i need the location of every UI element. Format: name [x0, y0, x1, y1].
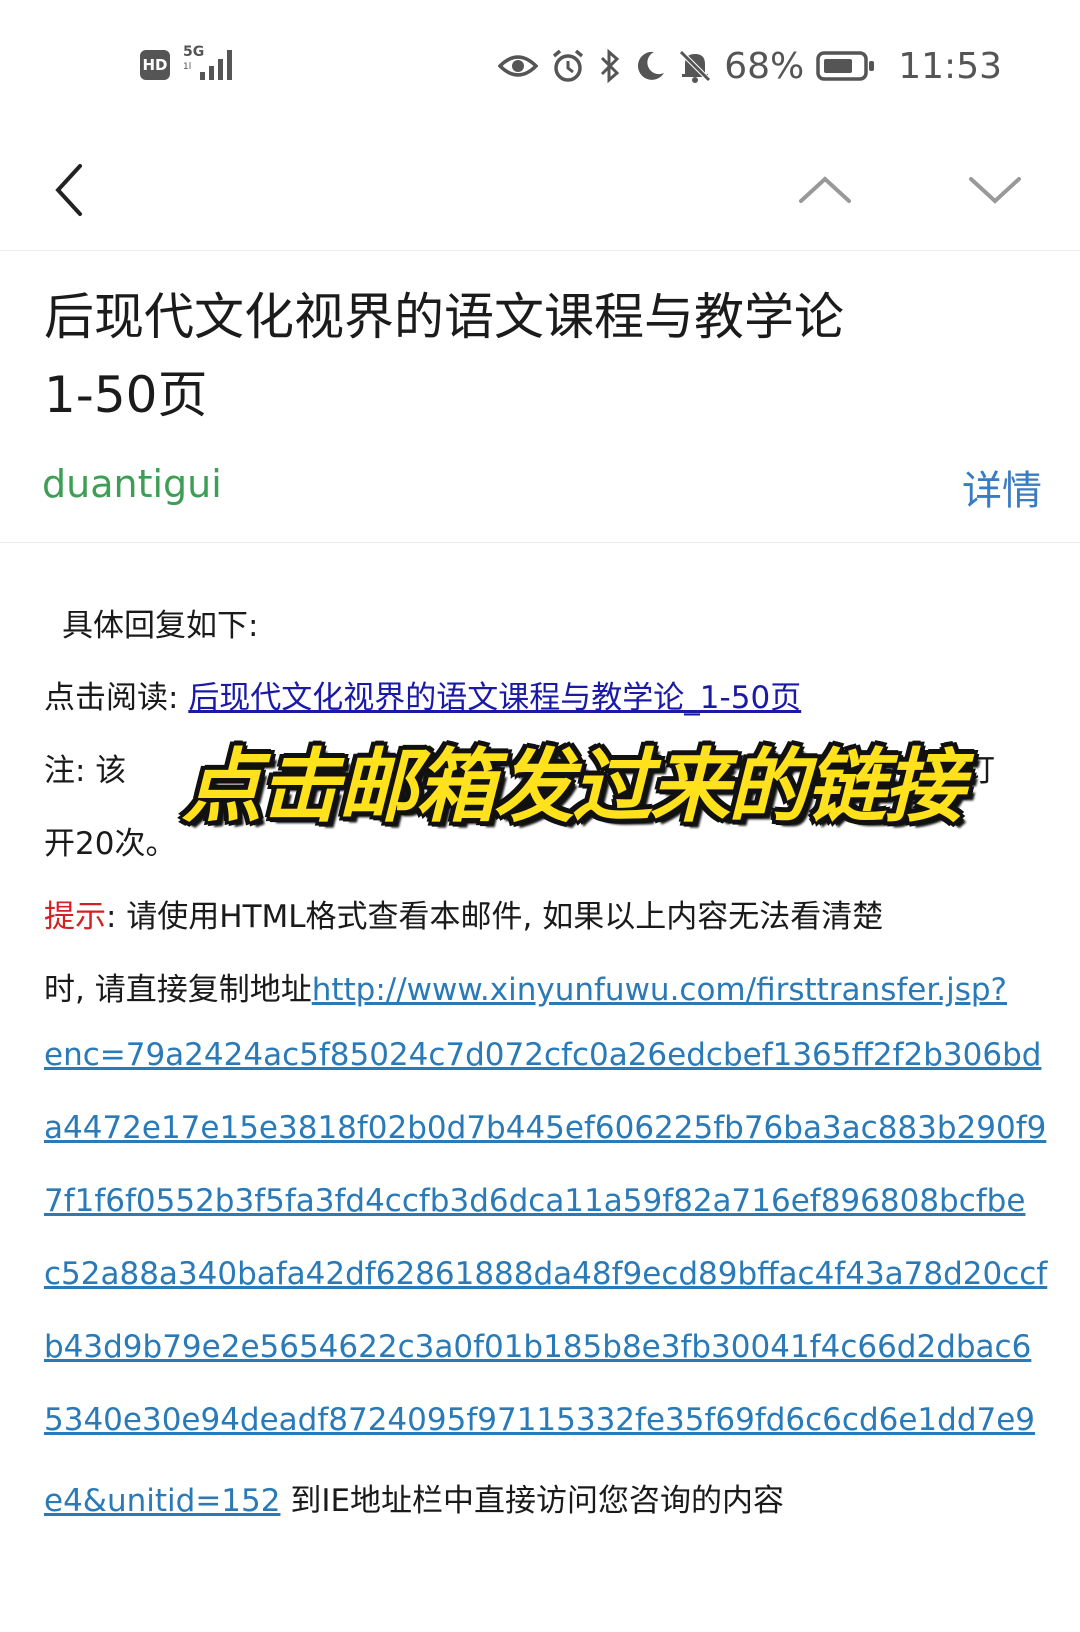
url-part-2[interactable]: enc=79a2424ac5f85024c7d072cfc0a26edcbef1… [44, 1037, 1041, 1073]
url-part-5[interactable]: c52a88a340bafa42df62861888da48f9ecd89bff… [44, 1256, 1047, 1292]
chevron-left-icon [55, 164, 82, 216]
battery-percent: 68% [724, 45, 805, 87]
chevron-up-icon [799, 176, 851, 203]
mail-subject-line1: 后现代文化视界的语文课程与教学论 [44, 288, 844, 346]
intro-text: 具体回复如下: [62, 608, 259, 644]
url-part-1[interactable]: http://www.xinyunfuwu.com/firsttransfer.… [312, 972, 1007, 1008]
clock: 11:53 [898, 45, 1002, 87]
network-sub: 1l [183, 62, 192, 72]
back-button[interactable] [30, 150, 110, 230]
eye-icon [498, 55, 539, 77]
chevron-down-icon [969, 177, 1021, 204]
note-start: 注: 该 [44, 753, 127, 789]
final-line: e4&unitid=152 到IE地址栏中直接访问您咨询的内容 [44, 1475, 784, 1520]
mail-navbar [0, 130, 1080, 251]
battery-icon [816, 51, 875, 81]
url-part-8[interactable]: e4&unitid=152 [44, 1483, 280, 1519]
tail-text: 到IE地址栏中直接访问您咨询的内容 [280, 1483, 785, 1519]
moon-icon [638, 51, 665, 80]
url-part-7[interactable]: 5340e30e94deadf8724095f97115332fe35f69fd… [44, 1402, 1035, 1438]
alarm-icon [553, 49, 584, 82]
bluetooth-icon [601, 48, 620, 84]
status-icons: 68% 11:53 [498, 38, 1002, 94]
read-line: 点击阅读: 后现代文化视界的语文课程与教学论_1-50页 [44, 672, 801, 717]
header-divider [0, 542, 1080, 543]
status-bar: HD 5G 1l 68% 11:53 [0, 0, 1080, 130]
bell-off-icon [679, 50, 712, 83]
hd-badge: HD [140, 50, 170, 80]
sender-name[interactable]: duantigui [42, 462, 222, 506]
url-part-6[interactable]: b43d9b79e2e5654622c3a0f01b185b8e3fb30041… [44, 1329, 1031, 1365]
mail-subject: 后现代文化视界的语文课程与教学论 1-50页 [44, 278, 1004, 434]
signal-icon [200, 50, 232, 80]
read-label: 点击阅读: [44, 680, 189, 716]
overlay-caption: 点击邮箱发过来的链接 [182, 740, 964, 833]
previous-mail-button[interactable] [785, 150, 865, 230]
url-part-3[interactable]: a4472e17e15e3818f02b0d7b445ef606225fb76b… [44, 1110, 1046, 1146]
hint-line2: 时, 请直接复制地址http://www.xinyunfuwu.com/firs… [44, 964, 1007, 1009]
url-part-4[interactable]: 7f1f6f0552b3f5fa3fd4ccfb3d6dca11a59f82a7… [44, 1183, 1025, 1219]
hint-line: 提示: 请使用HTML格式查看本邮件, 如果以上内容无法看清楚 [44, 891, 883, 936]
hint-label: 提示 [44, 899, 106, 935]
hint-line2-prefix: 时, 请直接复制地址 [44, 972, 312, 1008]
read-link[interactable]: 后现代文化视界的语文课程与教学论_1-50页 [188, 680, 801, 716]
details-button[interactable]: 详情 [962, 458, 1042, 516]
mail-subject-line2: 1-50页 [44, 366, 208, 424]
hint-text: : 请使用HTML格式查看本邮件, 如果以上内容无法看清楚 [106, 899, 884, 935]
next-mail-button[interactable] [955, 150, 1035, 230]
